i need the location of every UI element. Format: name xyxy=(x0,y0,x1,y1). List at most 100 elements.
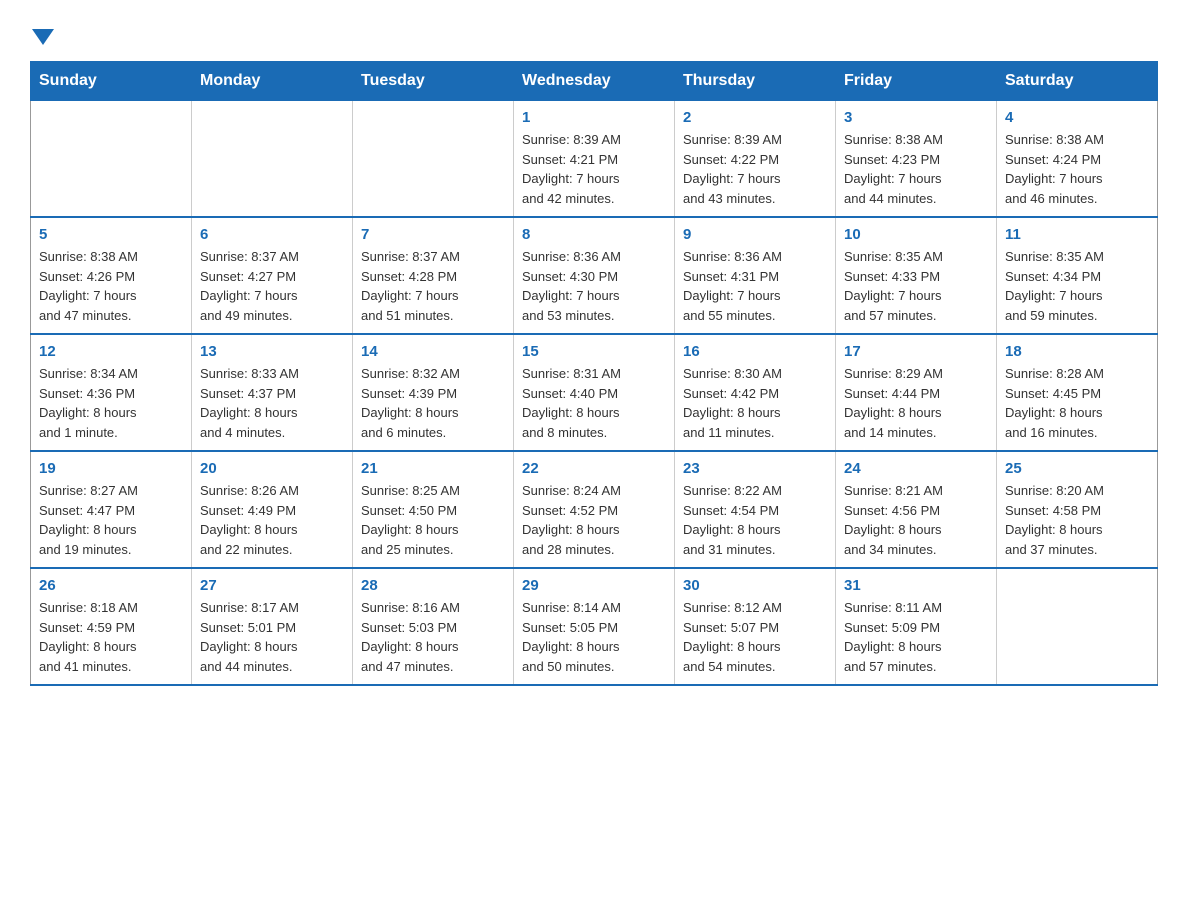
day-number: 19 xyxy=(39,460,183,477)
day-of-week-header: Saturday xyxy=(997,62,1158,101)
calendar-day-cell xyxy=(192,101,353,218)
day-number: 11 xyxy=(1005,226,1149,243)
day-number: 22 xyxy=(522,460,666,477)
day-number: 23 xyxy=(683,460,827,477)
day-info: Sunrise: 8:29 AM Sunset: 4:44 PM Dayligh… xyxy=(844,364,988,442)
day-info: Sunrise: 8:24 AM Sunset: 4:52 PM Dayligh… xyxy=(522,481,666,559)
day-info: Sunrise: 8:18 AM Sunset: 4:59 PM Dayligh… xyxy=(39,598,183,676)
calendar-day-cell xyxy=(353,101,514,218)
day-number: 3 xyxy=(844,109,988,126)
calendar-day-cell: 11 Sunrise: 8:35 AM Sunset: 4:34 PM Dayli… xyxy=(997,217,1158,334)
logo-triangle-icon xyxy=(32,29,54,45)
day-number: 1 xyxy=(522,109,666,126)
calendar-day-cell: 2 Sunrise: 8:39 AM Sunset: 4:22 PM Daylig… xyxy=(675,101,836,218)
calendar-week-row: 5 Sunrise: 8:38 AM Sunset: 4:26 PM Daylig… xyxy=(31,217,1158,334)
day-info: Sunrise: 8:11 AM Sunset: 5:09 PM Dayligh… xyxy=(844,598,988,676)
day-number: 26 xyxy=(39,577,183,594)
day-info: Sunrise: 8:20 AM Sunset: 4:58 PM Dayligh… xyxy=(1005,481,1149,559)
day-info: Sunrise: 8:26 AM Sunset: 4:49 PM Dayligh… xyxy=(200,481,344,559)
day-info: Sunrise: 8:36 AM Sunset: 4:31 PM Dayligh… xyxy=(683,247,827,325)
calendar-day-cell: 29 Sunrise: 8:14 AM Sunset: 5:05 PM Dayli… xyxy=(514,568,675,685)
day-info: Sunrise: 8:38 AM Sunset: 4:26 PM Dayligh… xyxy=(39,247,183,325)
calendar-day-cell: 20 Sunrise: 8:26 AM Sunset: 4:49 PM Dayli… xyxy=(192,451,353,568)
day-number: 10 xyxy=(844,226,988,243)
day-info: Sunrise: 8:36 AM Sunset: 4:30 PM Dayligh… xyxy=(522,247,666,325)
day-number: 7 xyxy=(361,226,505,243)
day-info: Sunrise: 8:37 AM Sunset: 4:28 PM Dayligh… xyxy=(361,247,505,325)
calendar-day-cell: 16 Sunrise: 8:30 AM Sunset: 4:42 PM Dayli… xyxy=(675,334,836,451)
calendar-day-cell: 17 Sunrise: 8:29 AM Sunset: 4:44 PM Dayli… xyxy=(836,334,997,451)
calendar-week-row: 12 Sunrise: 8:34 AM Sunset: 4:36 PM Dayli… xyxy=(31,334,1158,451)
day-number: 28 xyxy=(361,577,505,594)
day-of-week-header: Monday xyxy=(192,62,353,101)
day-number: 20 xyxy=(200,460,344,477)
day-info: Sunrise: 8:39 AM Sunset: 4:22 PM Dayligh… xyxy=(683,130,827,208)
day-info: Sunrise: 8:22 AM Sunset: 4:54 PM Dayligh… xyxy=(683,481,827,559)
day-number: 25 xyxy=(1005,460,1149,477)
day-info: Sunrise: 8:30 AM Sunset: 4:42 PM Dayligh… xyxy=(683,364,827,442)
day-number: 14 xyxy=(361,343,505,360)
day-of-week-header: Sunday xyxy=(31,62,192,101)
calendar-header-row: SundayMondayTuesdayWednesdayThursdayFrid… xyxy=(31,62,1158,101)
day-info: Sunrise: 8:38 AM Sunset: 4:24 PM Dayligh… xyxy=(1005,130,1149,208)
day-of-week-header: Wednesday xyxy=(514,62,675,101)
calendar-day-cell: 21 Sunrise: 8:25 AM Sunset: 4:50 PM Dayli… xyxy=(353,451,514,568)
day-info: Sunrise: 8:16 AM Sunset: 5:03 PM Dayligh… xyxy=(361,598,505,676)
day-of-week-header: Friday xyxy=(836,62,997,101)
calendar-day-cell: 5 Sunrise: 8:38 AM Sunset: 4:26 PM Daylig… xyxy=(31,217,192,334)
day-info: Sunrise: 8:38 AM Sunset: 4:23 PM Dayligh… xyxy=(844,130,988,208)
day-number: 24 xyxy=(844,460,988,477)
calendar-day-cell: 8Sunrise: 8:36 AM Sunset: 4:30 PM Daylig… xyxy=(514,217,675,334)
calendar-day-cell: 13 Sunrise: 8:33 AM Sunset: 4:37 PM Dayli… xyxy=(192,334,353,451)
day-number: 27 xyxy=(200,577,344,594)
calendar-day-cell: 3 Sunrise: 8:38 AM Sunset: 4:23 PM Daylig… xyxy=(836,101,997,218)
day-number: 9 xyxy=(683,226,827,243)
calendar-day-cell: 6Sunrise: 8:37 AM Sunset: 4:27 PM Daylig… xyxy=(192,217,353,334)
day-info: Sunrise: 8:35 AM Sunset: 4:34 PM Dayligh… xyxy=(1005,247,1149,325)
day-info: Sunrise: 8:25 AM Sunset: 4:50 PM Dayligh… xyxy=(361,481,505,559)
day-info: Sunrise: 8:12 AM Sunset: 5:07 PM Dayligh… xyxy=(683,598,827,676)
day-number: 6 xyxy=(200,226,344,243)
day-of-week-header: Tuesday xyxy=(353,62,514,101)
day-info: Sunrise: 8:14 AM Sunset: 5:05 PM Dayligh… xyxy=(522,598,666,676)
day-info: Sunrise: 8:17 AM Sunset: 5:01 PM Dayligh… xyxy=(200,598,344,676)
day-number: 13 xyxy=(200,343,344,360)
day-info: Sunrise: 8:35 AM Sunset: 4:33 PM Dayligh… xyxy=(844,247,988,325)
calendar-day-cell: 28 Sunrise: 8:16 AM Sunset: 5:03 PM Dayli… xyxy=(353,568,514,685)
calendar-day-cell: 12 Sunrise: 8:34 AM Sunset: 4:36 PM Dayli… xyxy=(31,334,192,451)
day-info: Sunrise: 8:32 AM Sunset: 4:39 PM Dayligh… xyxy=(361,364,505,442)
day-info: Sunrise: 8:33 AM Sunset: 4:37 PM Dayligh… xyxy=(200,364,344,442)
day-number: 31 xyxy=(844,577,988,594)
day-info: Sunrise: 8:27 AM Sunset: 4:47 PM Dayligh… xyxy=(39,481,183,559)
calendar-day-cell xyxy=(997,568,1158,685)
day-number: 17 xyxy=(844,343,988,360)
calendar-day-cell: 30 Sunrise: 8:12 AM Sunset: 5:07 PM Dayli… xyxy=(675,568,836,685)
day-number: 21 xyxy=(361,460,505,477)
day-number: 30 xyxy=(683,577,827,594)
calendar-day-cell: 10 Sunrise: 8:35 AM Sunset: 4:33 PM Dayli… xyxy=(836,217,997,334)
calendar-day-cell: 18Sunrise: 8:28 AM Sunset: 4:45 PM Dayli… xyxy=(997,334,1158,451)
calendar-day-cell: 22 Sunrise: 8:24 AM Sunset: 4:52 PM Dayli… xyxy=(514,451,675,568)
day-number: 5 xyxy=(39,226,183,243)
day-info: Sunrise: 8:34 AM Sunset: 4:36 PM Dayligh… xyxy=(39,364,183,442)
day-of-week-header: Thursday xyxy=(675,62,836,101)
page-header xyxy=(30,20,1158,41)
calendar-week-row: 26 Sunrise: 8:18 AM Sunset: 4:59 PM Dayli… xyxy=(31,568,1158,685)
day-number: 29 xyxy=(522,577,666,594)
calendar-day-cell xyxy=(31,101,192,218)
day-number: 4 xyxy=(1005,109,1149,126)
calendar-day-cell: 27 Sunrise: 8:17 AM Sunset: 5:01 PM Dayli… xyxy=(192,568,353,685)
calendar-day-cell: 26 Sunrise: 8:18 AM Sunset: 4:59 PM Dayli… xyxy=(31,568,192,685)
calendar-day-cell: 14 Sunrise: 8:32 AM Sunset: 4:39 PM Dayli… xyxy=(353,334,514,451)
day-number: 12 xyxy=(39,343,183,360)
calendar-day-cell: 1 Sunrise: 8:39 AM Sunset: 4:21 PM Daylig… xyxy=(514,101,675,218)
calendar-day-cell: 7 Sunrise: 8:37 AM Sunset: 4:28 PM Daylig… xyxy=(353,217,514,334)
day-number: 15 xyxy=(522,343,666,360)
day-number: 2 xyxy=(683,109,827,126)
day-number: 16 xyxy=(683,343,827,360)
day-info: Sunrise: 8:39 AM Sunset: 4:21 PM Dayligh… xyxy=(522,130,666,208)
day-info: Sunrise: 8:31 AM Sunset: 4:40 PM Dayligh… xyxy=(522,364,666,442)
calendar-day-cell: 9 Sunrise: 8:36 AM Sunset: 4:31 PM Daylig… xyxy=(675,217,836,334)
calendar-day-cell: 15 Sunrise: 8:31 AM Sunset: 4:40 PM Dayli… xyxy=(514,334,675,451)
calendar-table: SundayMondayTuesdayWednesdayThursdayFrid… xyxy=(30,61,1158,686)
